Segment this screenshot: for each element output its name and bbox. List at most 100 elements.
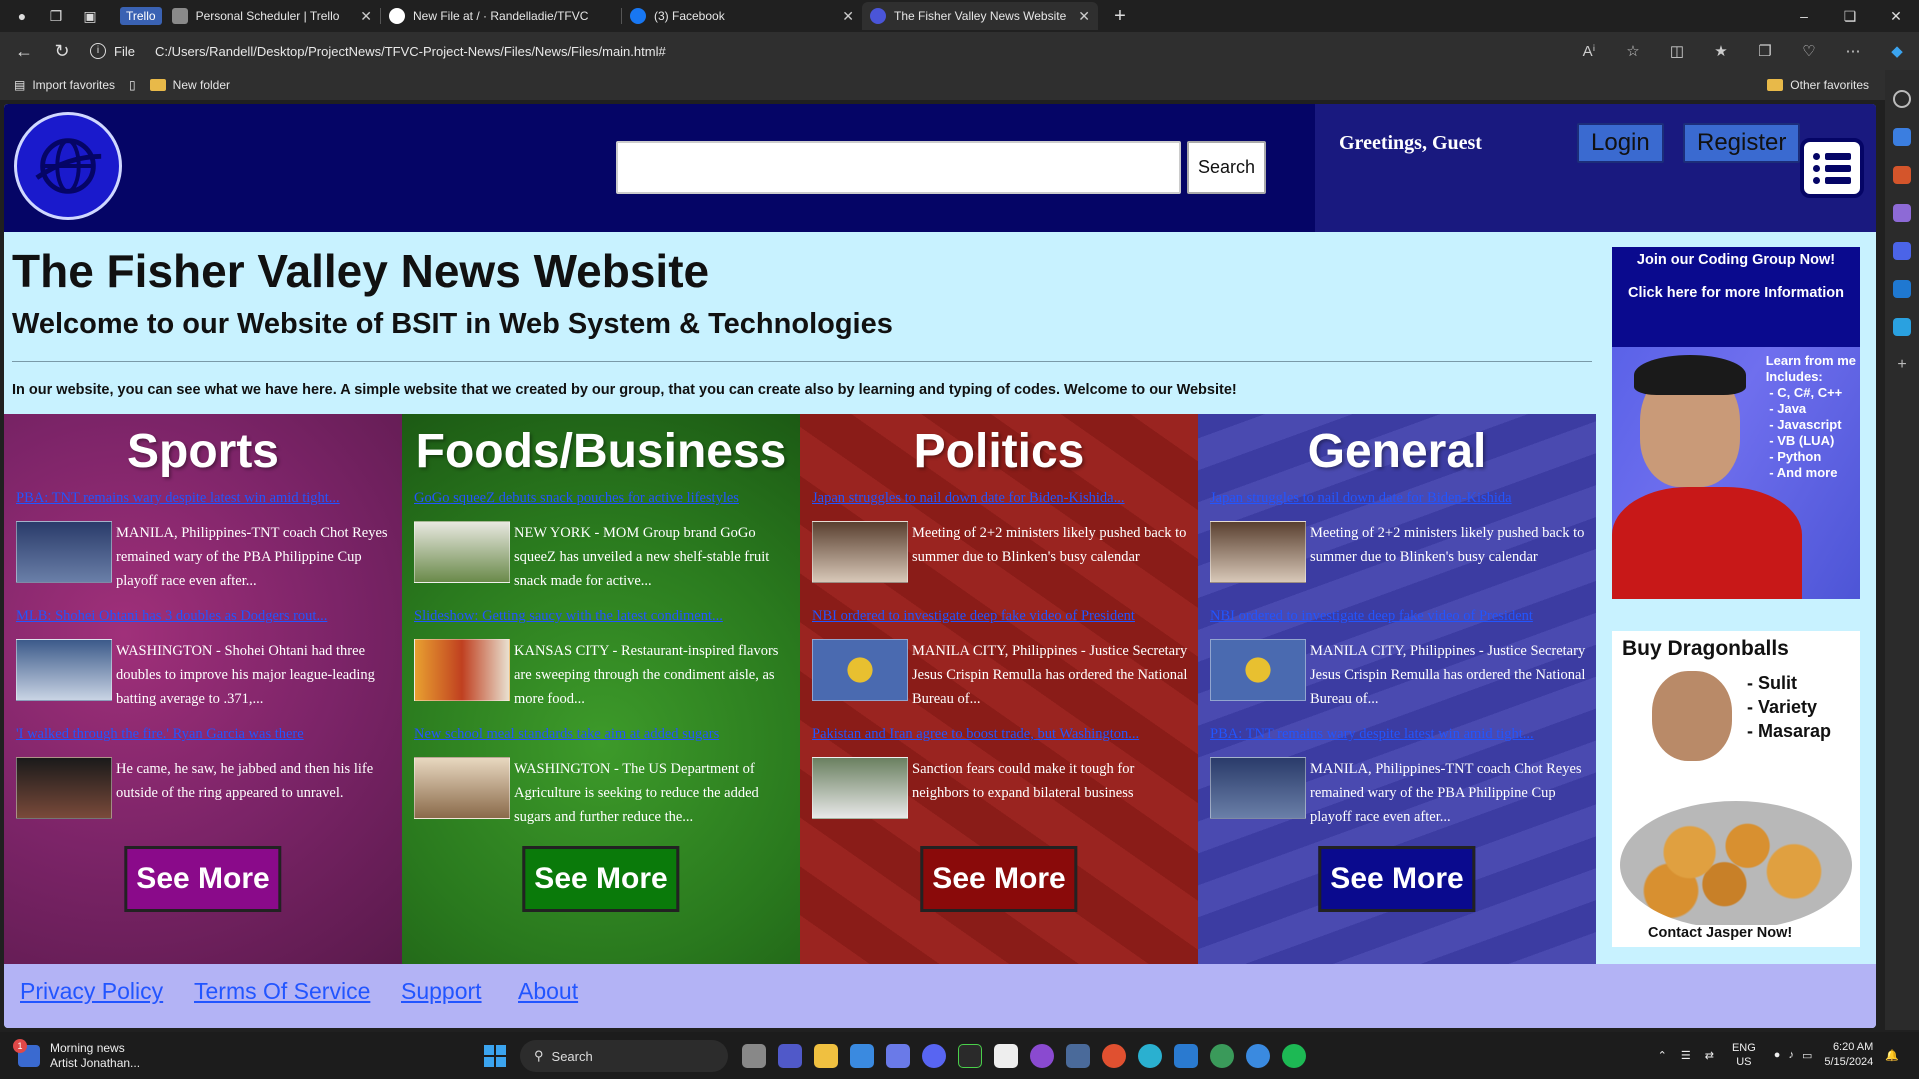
close-icon[interactable]: ✕ [836, 8, 854, 25]
sidebar-tag-icon[interactable] [1893, 128, 1911, 146]
favorite-folder[interactable]: New folder [149, 78, 230, 92]
see-more-button[interactable]: See More [522, 846, 680, 912]
edge-icon[interactable] [1138, 1044, 1162, 1068]
see-more-button[interactable]: See More [1318, 846, 1476, 912]
address-bar[interactable]: i File C:/Users/Randell/Desktop/ProjectN… [90, 36, 666, 66]
chevron-up-icon[interactable]: ⌃ [1658, 1049, 1667, 1062]
menu-list-icon[interactable] [1800, 138, 1864, 198]
news-thumbnail[interactable] [812, 757, 908, 819]
news-headline-link[interactable]: Japan struggles to nail down date for Bi… [812, 490, 1182, 507]
news-headline-link[interactable]: New school meal standards take aim at ad… [414, 726, 784, 743]
notification-icon[interactable]: 🔔 [1885, 1049, 1899, 1062]
news-headline-link[interactable]: Japan struggles to nail down date for Bi… [1210, 490, 1580, 507]
address-url[interactable]: C:/Users/Randell/Desktop/ProjectNews/TFV… [155, 44, 666, 59]
news-thumbnail[interactable] [812, 521, 908, 583]
chrome-icon[interactable] [1102, 1044, 1126, 1068]
bluetooth-app-icon[interactable] [1246, 1044, 1270, 1068]
news-thumbnail[interactable] [16, 757, 112, 819]
news-headline-link[interactable]: Slideshow: Getting saucy with the latest… [414, 608, 784, 625]
spotify-icon[interactable] [1282, 1044, 1306, 1068]
close-icon[interactable]: ✕ [1072, 8, 1090, 25]
ad-contact[interactable]: Contact Jasper Now! [1644, 925, 1797, 941]
search-button[interactable]: Search [1187, 141, 1266, 194]
news-headline-link[interactable]: PBA: TNT remains wary despite latest win… [16, 490, 386, 507]
close-icon[interactable]: ✕ [354, 8, 372, 25]
support-link[interactable]: Support [401, 978, 482, 1005]
minimize-icon[interactable]: – [1781, 8, 1827, 25]
tab-trello[interactable]: Trello Personal Scheduler | Trello ✕ [112, 2, 380, 30]
news-headline-link[interactable]: NBI ordered to investigate deep fake vid… [1210, 608, 1580, 625]
restore-icon[interactable]: ❏ [1827, 8, 1873, 25]
see-more-button[interactable]: See More [124, 846, 282, 912]
taskbar-search[interactable]: ⚲ Search [520, 1040, 728, 1072]
more-icon[interactable]: ⋯ [1831, 42, 1875, 60]
news-thumbnail[interactable] [16, 639, 112, 701]
news-headline-link[interactable]: Pakistan and Iran agree to boost trade, … [812, 726, 1182, 743]
clock[interactable]: 6:20 AM 5/15/2024 [1824, 1040, 1873, 1070]
favorite-star-icon[interactable]: ☆ [1611, 42, 1655, 60]
about-link[interactable]: About [518, 978, 578, 1005]
news-headline-link[interactable]: NBI ordered to investigate deep fake vid… [812, 608, 1182, 625]
file-explorer-icon[interactable] [814, 1044, 838, 1068]
news-widget[interactable]: 1 Morning news Artist Jonathan... [13, 1038, 140, 1071]
github-desktop-icon[interactable] [1030, 1044, 1054, 1068]
news-thumbnail[interactable] [414, 639, 510, 701]
news-thumbnail[interactable] [1210, 757, 1306, 819]
sidebar-copilot-icon[interactable] [1893, 242, 1911, 260]
trello-group-chip[interactable]: Trello [120, 7, 162, 25]
notion-icon[interactable] [994, 1044, 1018, 1068]
close-window-icon[interactable]: ✕ [1873, 8, 1919, 25]
import-favorites[interactable]: ▤ Import favorites [14, 78, 115, 92]
see-more-button[interactable]: See More [920, 846, 1078, 912]
login-button[interactable]: Login [1577, 123, 1664, 163]
sidebar-send-icon[interactable] [1893, 318, 1911, 336]
workspaces-icon[interactable]: ❐ [44, 4, 68, 28]
wifi-icon[interactable]: ● [1774, 1049, 1781, 1061]
battery-icon[interactable]: ▭ [1802, 1049, 1812, 1062]
sidebar-outlook-icon[interactable] [1893, 280, 1911, 298]
pycharm-icon[interactable] [958, 1044, 982, 1068]
other-favorites[interactable]: Other favorites [1767, 78, 1869, 92]
site-logo[interactable] [14, 112, 122, 220]
app-icon[interactable] [1210, 1044, 1234, 1068]
teams-icon[interactable] [778, 1044, 802, 1068]
browser-essentials-icon[interactable]: ♡ [1787, 42, 1831, 60]
tab-github[interactable]: New File at / · Randelladie/TFVC [381, 2, 621, 30]
news-thumbnail[interactable] [414, 757, 510, 819]
news-thumbnail[interactable] [812, 639, 908, 701]
discord-icon[interactable] [922, 1044, 946, 1068]
news-thumbnail[interactable] [1210, 521, 1306, 583]
transfer-icon[interactable]: ⇄ [1705, 1049, 1714, 1062]
sidebar-briefcase-icon[interactable] [1893, 166, 1911, 184]
new-tab-icon[interactable]: + [1108, 4, 1132, 28]
privacy-policy-link[interactable]: Privacy Policy [20, 978, 163, 1005]
tab-fisher-valley[interactable]: The Fisher Valley News Website ✕ [862, 2, 1098, 30]
coding-group-ad[interactable]: Join our Coding Group Now! Click here fo… [1612, 247, 1860, 599]
task-view-icon[interactable] [742, 1044, 766, 1068]
terms-link[interactable]: Terms Of Service [194, 978, 370, 1005]
store-icon[interactable] [850, 1044, 874, 1068]
news-headline-link[interactable]: MLB: Shohei Ohtani has 3 doubles as Dodg… [16, 608, 386, 625]
news-headline-link[interactable]: GoGo squeeZ debuts snack pouches for act… [414, 490, 784, 507]
sidebar-search-icon[interactable] [1893, 90, 1911, 108]
news-headline-link[interactable]: PBA: TNT remains wary despite latest win… [1210, 726, 1580, 743]
favorites-icon[interactable]: ★ [1699, 42, 1743, 60]
read-aloud-icon[interactable]: Aⁱ [1567, 42, 1611, 60]
audio-mixer-icon[interactable]: ☰ [1681, 1049, 1691, 1062]
news-thumbnail[interactable] [1210, 639, 1306, 701]
paint-icon[interactable] [1066, 1044, 1090, 1068]
info-icon[interactable]: i [90, 43, 106, 59]
split-screen-icon[interactable]: ◫ [1655, 42, 1699, 60]
refresh-icon[interactable]: ↻ [48, 37, 76, 65]
search-input[interactable] [616, 141, 1181, 194]
news-headline-link[interactable]: 'I walked through the fire.' Ryan Garcia… [16, 726, 386, 743]
page-icon[interactable]: ▯ [129, 78, 136, 92]
dragonballs-ad[interactable]: Buy Dragonballs - Sulit - Variety - Masa… [1612, 631, 1860, 947]
news-thumbnail[interactable] [16, 521, 112, 583]
windows-start-icon[interactable] [484, 1045, 506, 1067]
register-button[interactable]: Register [1683, 123, 1801, 163]
copilot-icon[interactable]: ◆ [1875, 42, 1919, 60]
sidebar-games-icon[interactable] [1893, 204, 1911, 222]
mail-icon[interactable] [886, 1044, 910, 1068]
ad-cta[interactable]: Click here for more Information [1612, 284, 1860, 302]
